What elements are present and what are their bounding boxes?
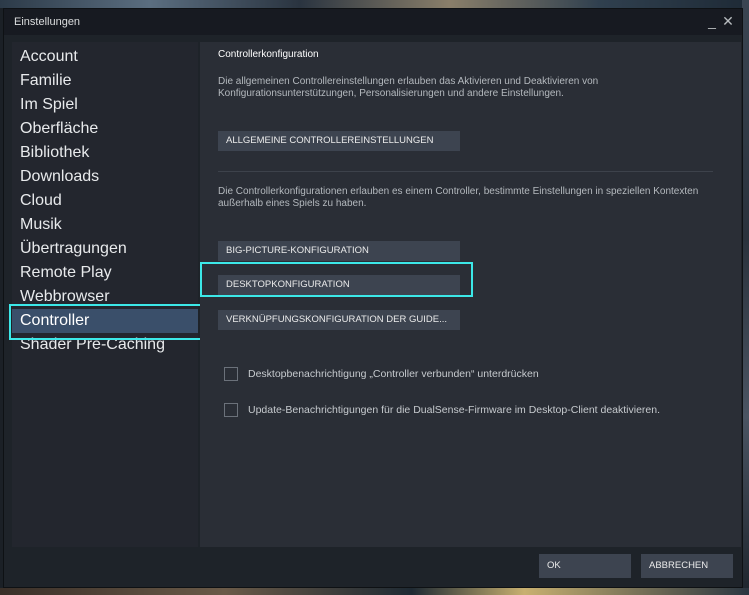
- controller-settings-panel: Controllerkonfiguration Die allgemeinen …: [200, 42, 741, 547]
- sidebar-item-im-spiel[interactable]: Im Spiel: [12, 93, 198, 117]
- window-title: Einstellungen: [14, 16, 81, 28]
- section-divider: [218, 171, 713, 172]
- configurations-description: Die Controllerkonfigurationen erlauben e…: [218, 186, 699, 209]
- general-controller-settings-button[interactable]: ALLGEMEINE CONTROLLEREINSTELLUNGEN: [218, 131, 460, 151]
- dualsense-update-checkbox[interactable]: [224, 403, 238, 417]
- close-button[interactable]: ✕: [720, 12, 736, 30]
- background-art-bottom: [0, 588, 749, 595]
- sidebar-item-account[interactable]: Account: [12, 45, 198, 69]
- suppress-notification-label[interactable]: Desktopbenachrichtigung „Controller verb…: [248, 368, 539, 380]
- sidebar-item-bibliothek[interactable]: Bibliothek: [12, 141, 198, 165]
- minimize-button[interactable]: _: [704, 12, 720, 30]
- sidebar-item-remote-play[interactable]: Remote Play: [12, 261, 198, 285]
- ok-button[interactable]: OK: [539, 554, 631, 578]
- sidebar-item-uebertragungen[interactable]: Übertragungen: [12, 237, 198, 261]
- title-bar[interactable]: Einstellungen _ ✕: [4, 9, 742, 35]
- sidebar-item-webbrowser[interactable]: Webbrowser: [12, 285, 198, 309]
- guide-shortcut-config-button[interactable]: VERKNÜPFUNGSKONFIGURATION DER GUIDE...: [218, 310, 460, 330]
- cancel-button[interactable]: ABBRECHEN: [641, 554, 733, 578]
- general-settings-description: Die allgemeinen Controllereinstellungen …: [218, 76, 599, 99]
- sidebar-item-cloud[interactable]: Cloud: [12, 189, 198, 213]
- sidebar-item-controller[interactable]: Controller: [12, 309, 198, 333]
- settings-sidebar: Account Familie Im Spiel Oberfläche Bibl…: [12, 42, 198, 547]
- sidebar-item-downloads[interactable]: Downloads: [12, 165, 198, 189]
- suppress-notification-checkbox[interactable]: [224, 367, 238, 381]
- big-picture-config-button[interactable]: BIG-PICTURE-KONFIGURATION: [218, 241, 460, 261]
- section-title: Controllerkonfiguration: [218, 49, 319, 60]
- background-art-top: [0, 0, 749, 8]
- sidebar-item-shader-pre-caching[interactable]: Shader Pre-Caching: [12, 333, 198, 357]
- sidebar-item-familie[interactable]: Familie: [12, 69, 198, 93]
- sidebar-item-oberflaeche[interactable]: Oberfläche: [12, 117, 198, 141]
- dualsense-update-label[interactable]: Update-Benachrichtigungen für die DualSe…: [248, 404, 660, 416]
- sidebar-item-musik[interactable]: Musik: [12, 213, 198, 237]
- settings-window: Einstellungen _ ✕ Account Familie Im Spi…: [3, 8, 743, 588]
- desktop-config-button[interactable]: DESKTOPKONFIGURATION: [218, 275, 460, 295]
- background-art-right: [742, 0, 749, 595]
